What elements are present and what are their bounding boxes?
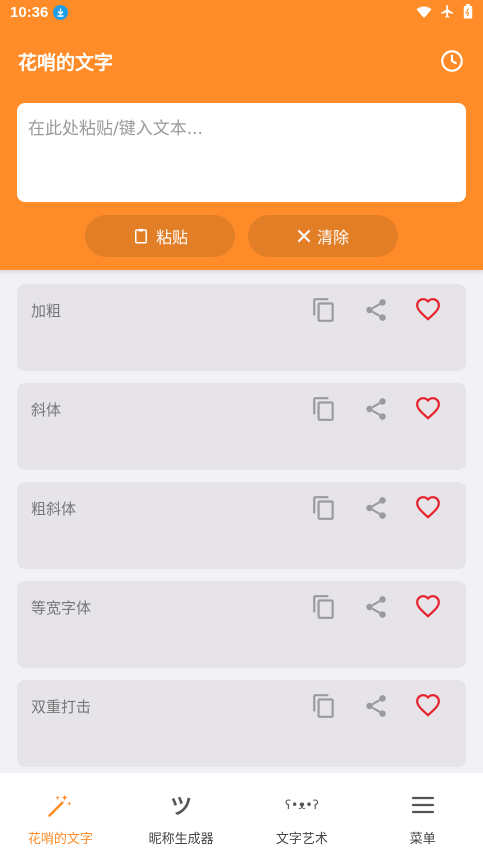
style-label: 等宽字体 <box>31 599 92 617</box>
nav-label: 菜单 <box>409 832 436 847</box>
share-icon[interactable] <box>363 297 389 323</box>
nav-label: 昵称生成器 <box>148 832 214 847</box>
share-icon[interactable] <box>363 396 389 422</box>
copy-icon[interactable] <box>311 693 337 719</box>
nav-nickname-generator[interactable]: ツ 昵称生成器 <box>121 773 242 859</box>
style-label: 斜体 <box>31 401 62 419</box>
style-card-monospace[interactable]: 等宽字体 <box>17 581 466 668</box>
heart-icon[interactable] <box>415 297 441 323</box>
clear-button-label: 清除 <box>316 228 349 247</box>
menu-icon <box>411 791 435 819</box>
history-button[interactable] <box>439 48 465 74</box>
copy-icon[interactable] <box>311 396 337 422</box>
paste-button-label: 粘贴 <box>155 228 188 247</box>
share-icon[interactable] <box>363 594 389 620</box>
clear-button[interactable]: 清除 <box>248 215 398 257</box>
nav-label: 文字艺术 <box>275 832 328 847</box>
heart-icon[interactable] <box>415 396 441 422</box>
style-label: 加粗 <box>31 302 62 320</box>
paste-button[interactable]: 粘贴 <box>85 215 235 257</box>
style-card-italic[interactable]: 斜体 <box>17 383 466 470</box>
copy-icon[interactable] <box>311 594 337 620</box>
heart-icon[interactable] <box>415 495 441 521</box>
clipboard-icon <box>134 228 147 244</box>
style-label: 粗斜体 <box>31 500 77 518</box>
text-input[interactable] <box>28 114 455 191</box>
nav-menu[interactable]: 菜单 <box>362 773 483 859</box>
style-card-bold[interactable]: 加粗 <box>17 284 466 371</box>
nav-text-art[interactable]: ʕ•ᴥ•ʔ 文字艺术 <box>242 773 363 859</box>
battery-icon <box>463 4 473 19</box>
style-card-bold-italic[interactable]: 粗斜体 <box>17 482 466 569</box>
airplane-icon <box>441 5 454 18</box>
kaomoji-icon: ʕ•ᴥ•ʔ <box>285 798 319 812</box>
tsu-icon: ツ <box>170 795 193 820</box>
wifi-icon <box>416 6 432 18</box>
status-bar: 10:36 <box>0 0 483 26</box>
share-icon[interactable] <box>363 495 389 521</box>
style-card-double-strike[interactable]: 双重打击 <box>17 680 466 767</box>
status-time: 10:36 <box>10 4 49 21</box>
copy-icon[interactable] <box>311 297 337 323</box>
heart-icon[interactable] <box>415 693 441 719</box>
magic-wand-icon <box>46 791 74 819</box>
style-list: 加粗 斜体 粗斜体 等宽字体 双重打击 <box>17 284 466 779</box>
close-icon <box>297 230 310 242</box>
download-icon <box>53 5 68 20</box>
heart-icon[interactable] <box>415 594 441 620</box>
copy-icon[interactable] <box>311 495 337 521</box>
app-header: 10:36 花哨的文字 粘贴 清除 <box>0 0 483 270</box>
style-label: 双重打击 <box>31 698 92 716</box>
nav-fancy-text[interactable]: 花哨的文字 <box>0 773 121 859</box>
share-icon[interactable] <box>363 693 389 719</box>
page-title: 花哨的文字 <box>18 52 114 74</box>
status-icons <box>416 4 473 19</box>
bottom-nav: 花哨的文字 ツ 昵称生成器 ʕ•ᴥ•ʔ 文字艺术 菜单 <box>0 773 483 859</box>
text-input-box <box>17 103 466 202</box>
clock-icon <box>441 50 463 72</box>
nav-label: 花哨的文字 <box>27 832 93 847</box>
